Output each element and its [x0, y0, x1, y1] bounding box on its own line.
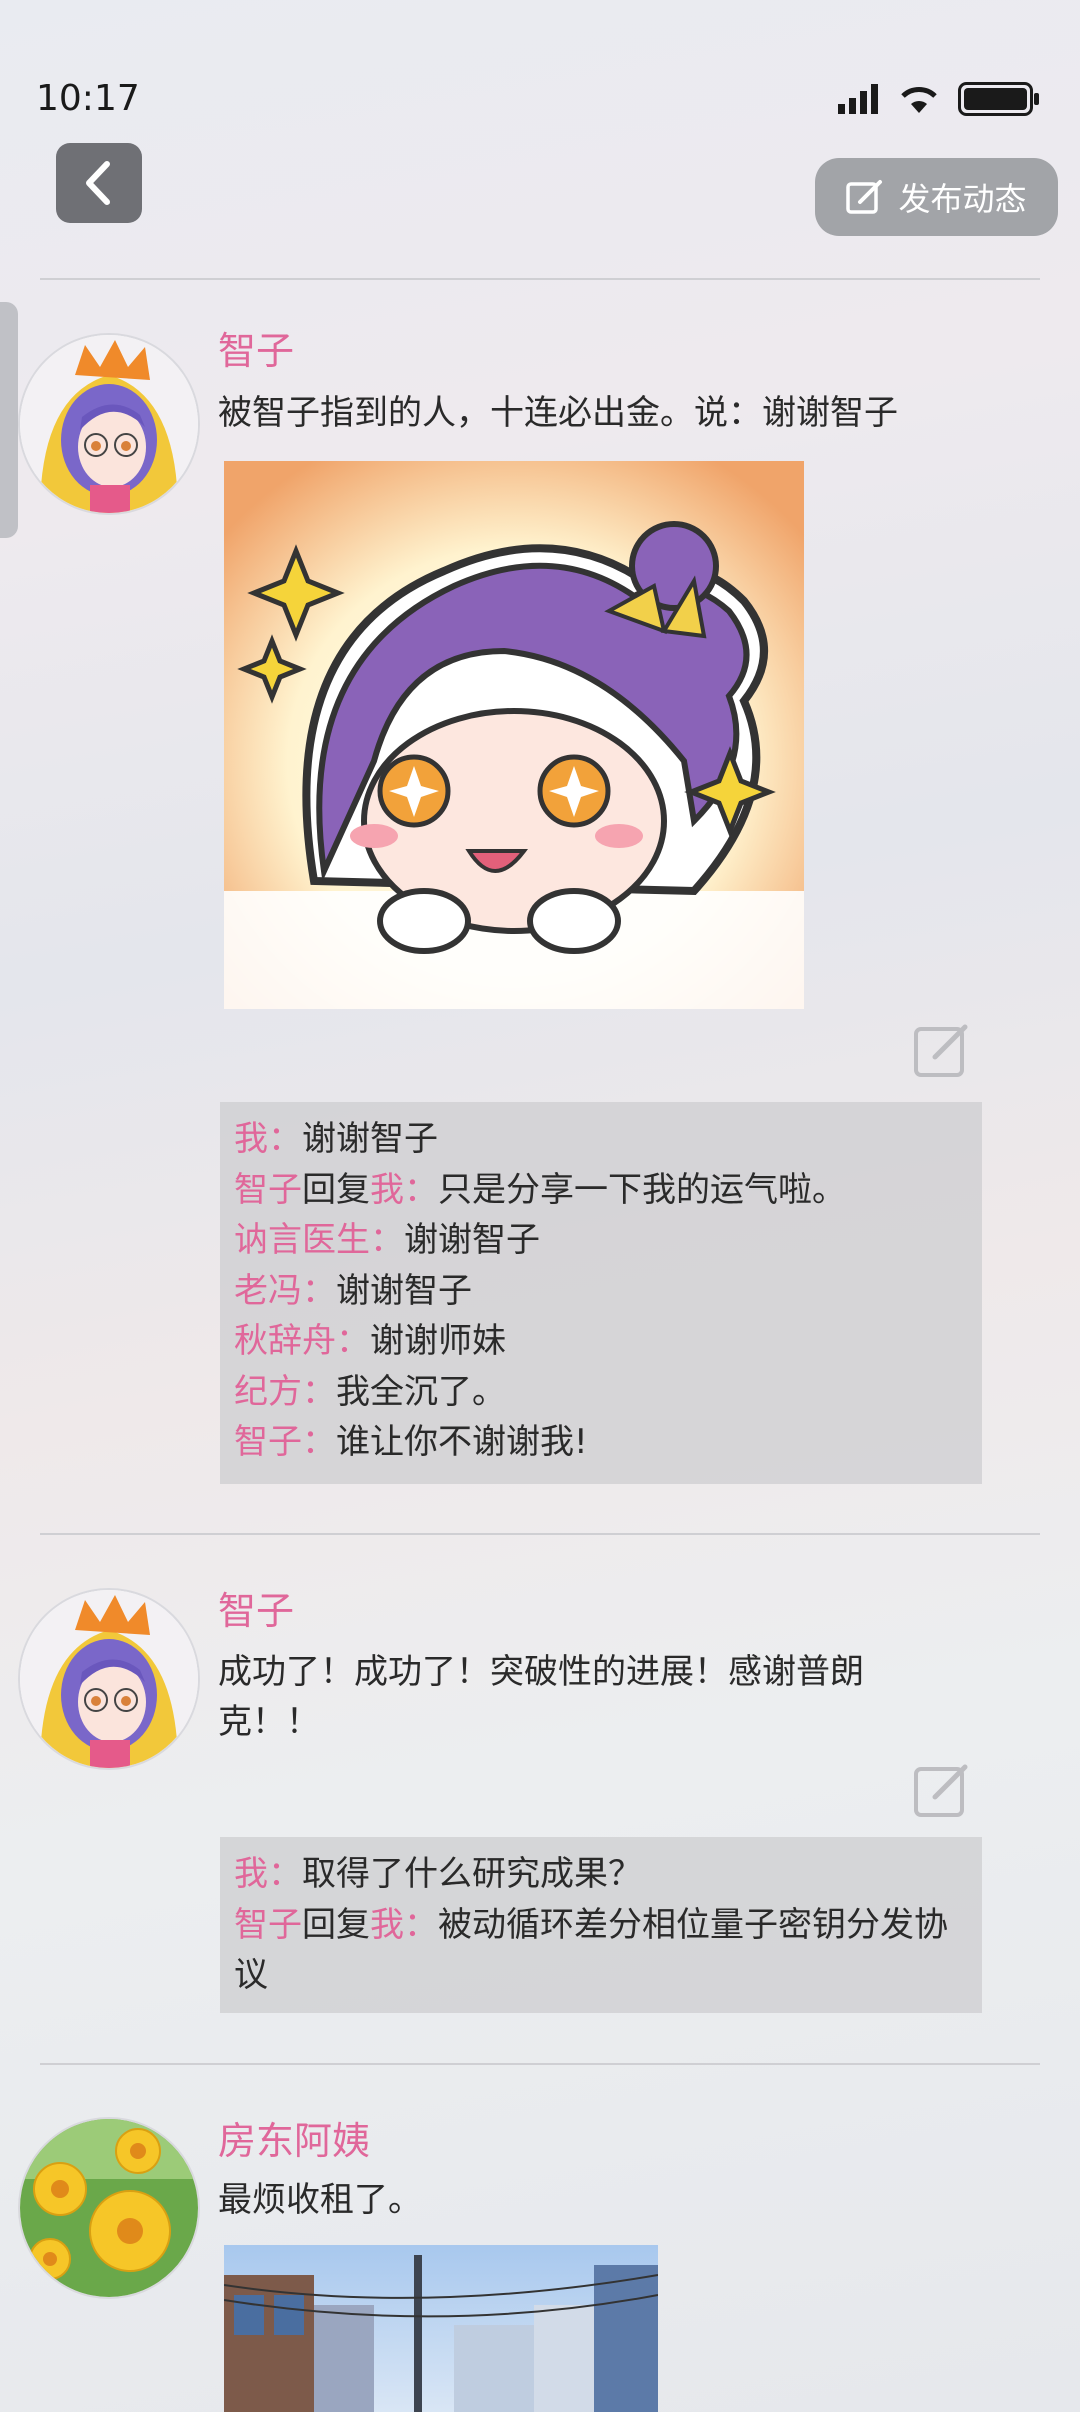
comment-author: 讷言医生 [234, 1220, 370, 1260]
comment-item[interactable]: 智子回复我：被动循环差分相位量子密钥分发协议 [220, 1900, 982, 2001]
comment-separator: ： [268, 1854, 302, 1894]
comment-text: 谢谢智子 [404, 1220, 540, 1260]
status-time: 10:17 [36, 78, 140, 119]
chevron-left-icon [86, 161, 110, 205]
post-text: 成功了！成功了！突破性的进展！感谢普朗克！！ [218, 1652, 864, 1742]
comment-separator: ： [302, 1422, 336, 1462]
comment-separator: ： [302, 1270, 336, 1311]
publish-label: 发布动态 [898, 180, 1027, 218]
comment-text: 谢谢智子 [336, 1270, 472, 1311]
reply-target: 我 [370, 1169, 404, 1210]
comment-list: 我：取得了什么研究成果？ 智子回复我：被动循环差分相位量子密钥分发协议 [220, 1837, 982, 2013]
comment-author: 秋辞舟 [234, 1321, 336, 1361]
reply-word: 回复 [302, 1169, 370, 1210]
comment-author: 智子 [234, 1422, 302, 1462]
comment-author: 我 [234, 1119, 268, 1159]
comment-text: 谢谢智子 [302, 1119, 438, 1159]
comment-item[interactable]: 老冯：谢谢智子 [220, 1266, 982, 1317]
comment-list: 我：谢谢智子 智子回复我：只是分享一下我的运气啦。 讷言医生：谢谢智子 老冯：谢… [220, 1102, 982, 1484]
reply-word: 回复 [302, 1904, 370, 1945]
comment-separator: ： [336, 1321, 370, 1361]
wifi-icon [901, 87, 937, 113]
comment-author: 智子 [234, 1904, 302, 1945]
character-avatar-image [20, 335, 198, 513]
post-text: 最烦收租了。 [218, 2180, 422, 2220]
avatar[interactable] [20, 1590, 198, 1768]
comment-author: 智子 [234, 1169, 302, 1210]
side-drawer-handle[interactable] [0, 302, 18, 538]
battery-icon [958, 82, 1039, 116]
comment-author: 我 [234, 1854, 268, 1894]
comment-edit-icon[interactable] [913, 1023, 969, 1079]
comment-text: 取得了什么研究成果？ [302, 1854, 642, 1894]
post-image[interactable] [224, 2245, 658, 2412]
post-author[interactable]: 智子 [218, 320, 294, 375]
comment-text: 谢谢师妹 [370, 1321, 506, 1361]
comment-text: 谁让你不谢谢我! [336, 1422, 588, 1462]
comment-author: 老冯 [234, 1270, 302, 1311]
comment-item[interactable]: 我：取得了什么研究成果？ [220, 1849, 982, 1900]
comment-edit-icon[interactable] [913, 1763, 969, 1819]
comment-text: 我全沉了。 [336, 1371, 506, 1412]
comment-item[interactable]: 智子：谁让你不谢谢我! [220, 1417, 982, 1468]
edit-icon [846, 180, 883, 214]
signal-icon [838, 84, 878, 114]
comment-separator: ： [404, 1904, 438, 1945]
post-author[interactable]: 房东阿姨 [218, 2110, 370, 2165]
reply-target: 我 [370, 1904, 404, 1945]
comment-item[interactable]: 纪方：我全沉了。 [220, 1367, 982, 1418]
comment-item[interactable]: 秋辞舟：谢谢师妹 [220, 1316, 982, 1367]
divider [40, 2063, 1040, 2065]
avatar[interactable] [20, 335, 198, 513]
back-button[interactable] [56, 143, 142, 223]
comment-text: 只是分享一下我的运气啦。 [438, 1169, 846, 1210]
system-icons [838, 82, 1040, 116]
flower-avatar-image [20, 2119, 198, 2297]
divider [40, 1533, 1040, 1535]
comment-separator: ： [404, 1169, 438, 1210]
post-image[interactable] [224, 461, 804, 1009]
character-avatar-image [20, 1590, 198, 1768]
divider [40, 278, 1040, 280]
comment-separator: ： [302, 1371, 336, 1412]
status-bar: 10:17 [0, 0, 1080, 140]
comment-separator: ： [370, 1220, 404, 1260]
post-text: 被智子指到的人，十连必出金。说：谢谢智子 [218, 393, 898, 433]
avatar[interactable] [20, 2119, 198, 2297]
post-author[interactable]: 智子 [218, 1580, 294, 1635]
comment-item[interactable]: 讷言医生：谢谢智子 [220, 1215, 982, 1266]
comment-item[interactable]: 智子回复我：只是分享一下我的运气啦。 [220, 1165, 982, 1216]
comment-separator: ： [268, 1119, 302, 1159]
top-bar: 发布动态 [0, 140, 1080, 280]
comment-item[interactable]: 我：谢谢智子 [220, 1114, 982, 1165]
comment-author: 纪方 [234, 1371, 302, 1412]
publish-post-button[interactable]: 发布动态 [815, 158, 1058, 236]
